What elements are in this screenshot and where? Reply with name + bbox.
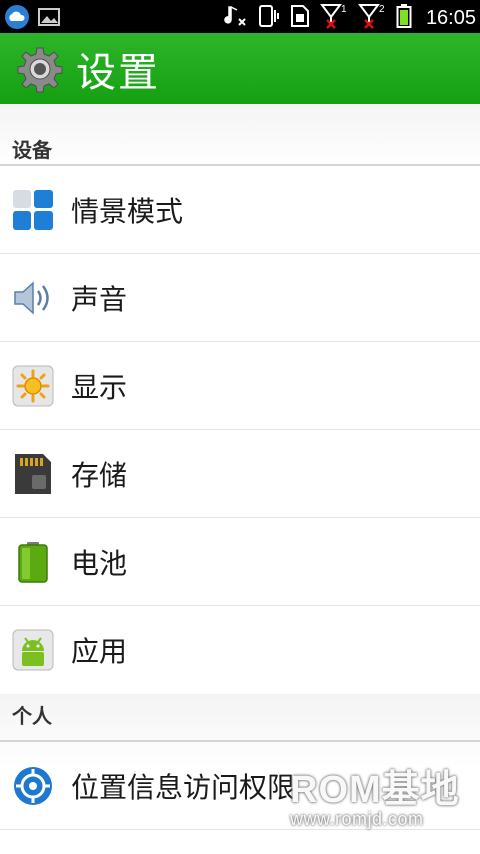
storage-icon — [12, 453, 54, 495]
section-header-label: 设备 — [12, 138, 52, 162]
sim2-label: 2 — [379, 4, 385, 15]
list-item-battery[interactable]: 电池 — [0, 518, 480, 606]
settings-list: 设备 情景模式 声音 显示 存储 电池 应用 个人 位置信息访问权限 — [0, 104, 480, 830]
section-header-device: 设备 — [0, 104, 480, 166]
list-item-label: 显示 — [71, 370, 128, 404]
status-bar-left — [4, 4, 60, 34]
settings-gear-icon[interactable] — [16, 45, 64, 93]
status-time: 16:05 — [425, 6, 476, 29]
profiles-icon — [12, 189, 54, 231]
watermark: ROM基地 www.romjd.com — [290, 758, 460, 830]
sim-icon — [290, 4, 310, 32]
apps-icon — [12, 629, 54, 671]
battery-icon — [12, 541, 54, 583]
vibrate-icon — [258, 4, 280, 32]
sim1-label: 1 — [341, 4, 347, 15]
list-item-label: 存储 — [71, 458, 128, 492]
list-item-storage[interactable]: 存储 — [0, 430, 480, 518]
cloud-icon — [4, 4, 30, 34]
list-item-label: 电池 — [71, 546, 128, 580]
music-mute-icon — [224, 4, 248, 32]
signal-1-icon: 1 — [319, 3, 348, 33]
display-icon — [12, 365, 54, 407]
status-bar: 1 2 16:05 — [0, 0, 480, 33]
sound-icon — [12, 277, 54, 319]
action-bar: 设置 — [0, 33, 480, 104]
page-title: 设置 — [76, 49, 160, 96]
list-item-sound[interactable]: 声音 — [0, 254, 480, 342]
list-item-label: 声音 — [71, 282, 128, 316]
image-icon — [38, 7, 60, 31]
watermark-logo-text: ROM基地 — [290, 769, 460, 811]
status-bar-right: 1 2 16:05 — [224, 3, 476, 33]
battery-status-icon — [396, 3, 412, 33]
section-header-label: 个人 — [12, 704, 52, 728]
list-item-display[interactable]: 显示 — [0, 342, 480, 430]
list-item-label: 应用 — [71, 635, 128, 668]
location-icon — [12, 765, 54, 807]
list-item-apps[interactable]: 应用 — [0, 606, 480, 694]
list-item-profiles[interactable]: 情景模式 — [0, 166, 480, 254]
list-item-label: 位置信息访问权限 — [71, 770, 296, 804]
signal-2-icon: 2 — [357, 3, 386, 33]
list-item-label: 情景模式 — [71, 194, 184, 228]
